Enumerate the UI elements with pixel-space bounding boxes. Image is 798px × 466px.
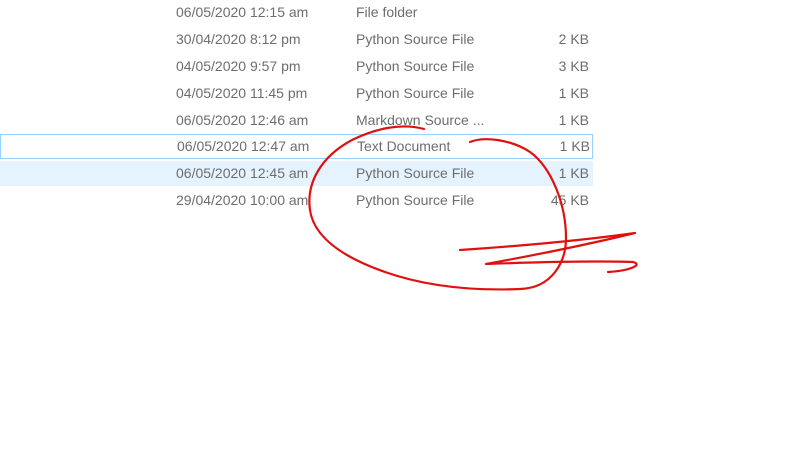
date-modified-cell: 04/05/2020 9:57 pm	[176, 58, 301, 74]
file-type-cell: File folder	[356, 4, 418, 20]
file-size-cell: 1 KB	[559, 138, 590, 154]
file-size-cell: 1 KB	[558, 85, 589, 101]
file-type-cell: Markdown Source ...	[356, 112, 485, 128]
file-row[interactable]: 29/04/2020 10:00 am Python Source File 4…	[0, 188, 593, 213]
file-row[interactable]: 04/05/2020 11:45 pm Python Source File 1…	[0, 81, 593, 106]
date-modified-cell: 06/05/2020 12:45 am	[176, 165, 309, 181]
date-modified-cell: 06/05/2020 12:47 am	[177, 138, 310, 154]
file-size-cell: 1 KB	[558, 112, 589, 128]
file-type-cell: Python Source File	[356, 58, 475, 74]
file-type-cell: Text Document	[357, 138, 451, 154]
file-row-focused[interactable]: 06/05/2020 12:47 am Text Document 1 KB	[0, 134, 593, 159]
file-type-cell: Python Source File	[356, 85, 475, 101]
date-modified-cell: 06/05/2020 12:46 am	[176, 112, 309, 128]
file-type-cell: Python Source File	[356, 31, 475, 47]
file-row[interactable]: 30/04/2020 8:12 pm Python Source File 2 …	[0, 27, 593, 52]
annotation-arrow-stroke	[458, 231, 638, 274]
file-row-selected[interactable]: 06/05/2020 12:45 am Python Source File 1…	[0, 161, 593, 186]
file-type-cell: Python Source File	[356, 165, 475, 181]
file-size-cell: 2 KB	[558, 31, 589, 47]
file-list-view: 06/05/2020 12:15 am File folder 30/04/20…	[0, 0, 798, 466]
file-row[interactable]: 06/05/2020 12:46 am Markdown Source ... …	[0, 108, 593, 133]
file-size-cell: 45 KB	[550, 192, 589, 208]
file-size-cell	[520, 0, 589, 25]
file-size-cell: 1 KB	[558, 165, 589, 181]
date-modified-cell: 04/05/2020 11:45 pm	[176, 85, 308, 101]
file-size-cell: 3 KB	[558, 58, 589, 74]
file-row[interactable]: 06/05/2020 12:15 am File folder	[0, 0, 593, 25]
file-row[interactable]: 04/05/2020 9:57 pm Python Source File 3 …	[0, 54, 593, 79]
file-type-cell: Python Source File	[356, 192, 475, 208]
date-modified-cell: 06/05/2020 12:15 am	[176, 4, 309, 20]
date-modified-cell: 30/04/2020 8:12 pm	[176, 31, 301, 47]
date-modified-cell: 29/04/2020 10:00 am	[176, 192, 309, 208]
